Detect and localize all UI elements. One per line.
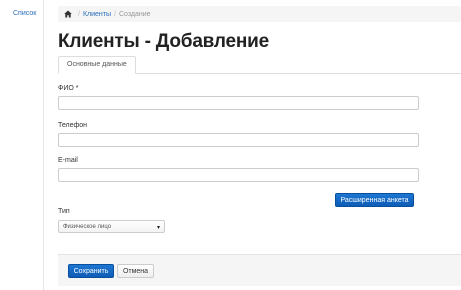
- phone-label: Телефон: [58, 122, 88, 129]
- breadcrumb-separator: /: [78, 10, 80, 18]
- left-nav: Список: [0, 0, 44, 290]
- type-select-value: Физическое лицо: [63, 223, 112, 230]
- fio-label: ФИО *: [58, 85, 79, 92]
- main-content: / Клиенты / Создание Клиенты - Добавлени…: [58, 0, 461, 290]
- breadcrumb-clients-link[interactable]: Клиенты: [83, 11, 111, 18]
- chevron-down-icon: ▾: [156, 225, 160, 231]
- fio-input[interactable]: [58, 96, 419, 110]
- breadcrumb: / Клиенты / Создание: [58, 6, 461, 22]
- extended-form-button[interactable]: Расширенная анкета: [335, 193, 414, 207]
- save-button[interactable]: Сохранить: [68, 264, 114, 278]
- tab-bar: Основные данные: [58, 56, 461, 74]
- form-actions: Сохранить Отмена: [58, 254, 461, 286]
- tab-main-data[interactable]: Основные данные: [58, 56, 136, 74]
- phone-input[interactable]: [58, 133, 419, 147]
- type-label: Тип: [58, 208, 70, 215]
- cancel-button[interactable]: Отмена: [117, 264, 154, 278]
- page-title: Клиенты - Добавление: [58, 31, 270, 52]
- breadcrumb-current: Создание: [118, 10, 151, 18]
- type-select[interactable]: Физическое лицо ▾: [58, 220, 165, 233]
- list-link[interactable]: Список: [13, 10, 36, 17]
- email-label: E-mail: [58, 157, 78, 164]
- email-input[interactable]: [58, 168, 419, 182]
- breadcrumb-separator: /: [114, 10, 116, 18]
- home-icon[interactable]: [64, 10, 72, 18]
